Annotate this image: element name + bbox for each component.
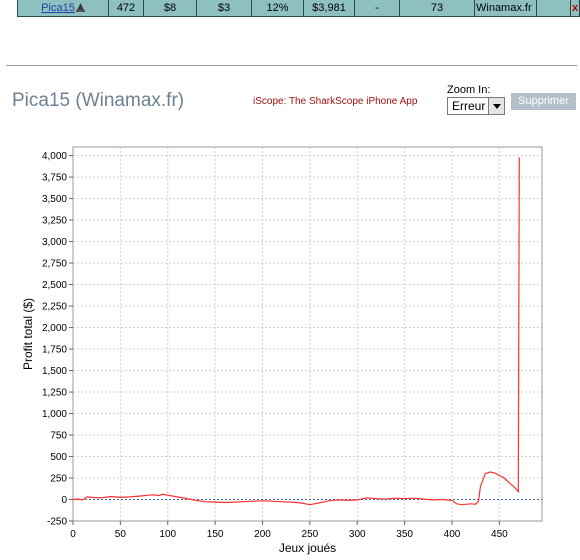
- rank-cell: -: [355, 0, 400, 17]
- y-tick-label: 2,500: [42, 280, 67, 291]
- x-tick-label: 150: [207, 529, 224, 540]
- y-tick-label: 500: [50, 452, 67, 463]
- y-tick-label: 2,750: [42, 259, 67, 270]
- player-stats-row: Pica15 472 $8 $3 12% $3,981 - 73 Winamax…: [17, 0, 580, 17]
- plot-frame: [72, 146, 543, 522]
- spacer-cell: [537, 0, 571, 17]
- chart-grid: [72, 147, 542, 522]
- y-axis-ticks: -250 0 250 500 750 1,000 1,250 1,500 1,750 2,000 2…: [42, 151, 73, 528]
- zoom-select[interactable]: Erreur: [447, 97, 505, 115]
- y-tick-label: 250: [50, 474, 67, 485]
- y-tick-label: -250: [47, 517, 67, 528]
- avg-stake-cell: $8: [144, 0, 197, 17]
- y-tick-label: 2,000: [42, 323, 67, 334]
- ability-cell: 73: [400, 0, 475, 17]
- x-axis-label: Jeux joués: [279, 541, 336, 555]
- zoom-label: Zoom In:: [447, 84, 491, 96]
- profit-chart: 0 50 100 150 200 250 300 350 400 450 -25002505007…: [21, 146, 543, 555]
- zoom-select-value: Erreur: [452, 99, 486, 113]
- x-tick-label: 350: [396, 529, 413, 540]
- section-divider: [6, 65, 577, 66]
- chevron-down-icon[interactable]: [488, 98, 504, 114]
- total-profit-cell: $3,981: [304, 0, 355, 17]
- y-tick-label: 0: [61, 495, 67, 506]
- x-tick-label: 100: [159, 529, 176, 540]
- avg-profit-cell: $3: [197, 0, 252, 17]
- player-name-cell[interactable]: Pica15: [17, 0, 109, 17]
- y-tick-label: 3,250: [42, 216, 67, 227]
- y-axis-label: Profit total ($): [21, 298, 35, 370]
- x-tick-label: 50: [115, 529, 127, 540]
- network-icon: [75, 3, 85, 12]
- y-tick-label: 1,500: [42, 366, 67, 377]
- y-tick-label: 3,500: [42, 194, 67, 205]
- x-tick-label: 0: [70, 529, 76, 540]
- y-tick-label: 3,750: [42, 173, 67, 184]
- player-name-link[interactable]: Pica15: [41, 2, 75, 14]
- y-tick-label: 4,000: [42, 151, 67, 162]
- page-title: Pica15 (Winamax.fr): [12, 90, 185, 111]
- remove-player-button[interactable]: x: [571, 0, 580, 17]
- x-tick-label: 450: [491, 529, 508, 540]
- x-tick-label: 300: [349, 529, 366, 540]
- y-tick-label: 750: [50, 431, 67, 442]
- x-tick-label: 200: [254, 529, 271, 540]
- avg-roi-cell: 12%: [252, 0, 304, 17]
- y-tick-label: 3,000: [42, 237, 67, 248]
- y-tick-label: 1,250: [42, 388, 67, 399]
- y-tick-label: 1,000: [42, 409, 67, 420]
- games-cell: 472: [109, 0, 144, 17]
- network-cell: Winamax.fr: [475, 0, 537, 17]
- x-tick-label: 250: [302, 529, 319, 540]
- x-tick-label: 400: [444, 529, 461, 540]
- y-tick-label: 1,750: [42, 345, 67, 356]
- delete-button[interactable]: Supprimer: [511, 93, 576, 110]
- y-tick-label: 2,250: [42, 302, 67, 313]
- iscope-app-link[interactable]: iScope: The SharkScope iPhone App: [253, 96, 417, 107]
- x-axis-ticks: 0 50 100 150 200 250 300 350 400 450: [70, 521, 508, 540]
